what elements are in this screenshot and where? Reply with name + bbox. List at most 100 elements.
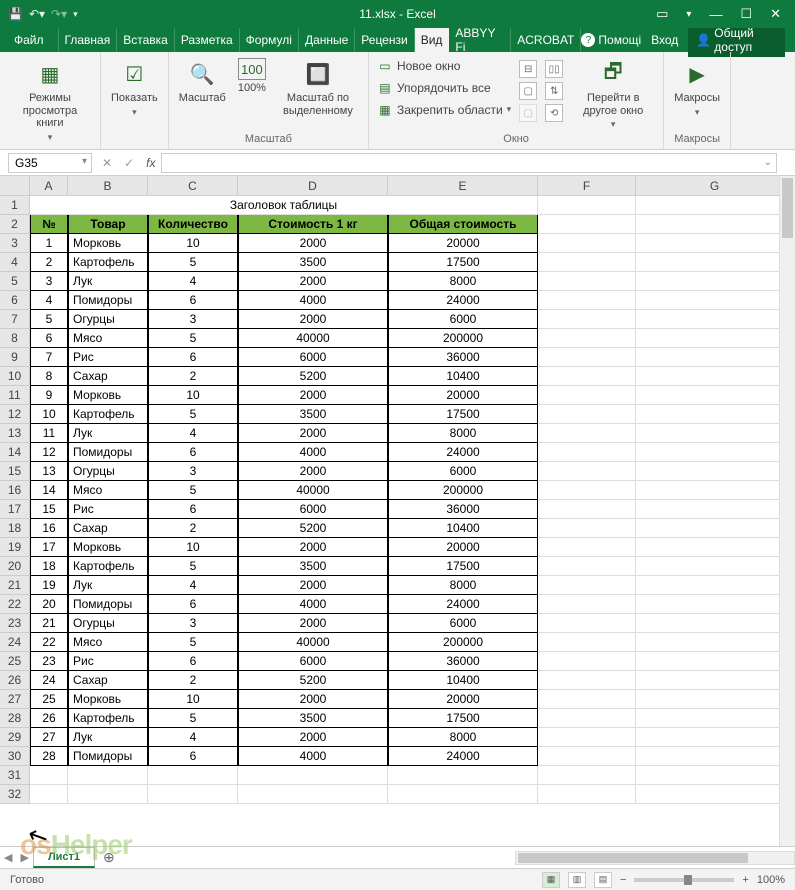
cell[interactable]: 13 — [30, 462, 68, 481]
cell[interactable]: Мясо — [68, 329, 148, 348]
cell[interactable] — [388, 785, 538, 804]
tab-acrobat[interactable]: ACROBAT — [511, 28, 581, 52]
cell[interactable]: 2 — [148, 519, 238, 538]
cell[interactable]: Мясо — [68, 481, 148, 500]
cell[interactable]: 17500 — [388, 253, 538, 272]
col-header-A[interactable]: A — [30, 176, 68, 195]
col-header-F[interactable]: F — [538, 176, 636, 195]
row-header[interactable]: 8 — [0, 329, 30, 348]
cell[interactable]: Рис — [68, 500, 148, 519]
cell[interactable]: 3500 — [238, 557, 388, 576]
freeze-panes-button[interactable]: ▦Закрепить области ▾ — [377, 100, 511, 119]
name-box[interactable]: G35 — [8, 153, 92, 173]
cell[interactable]: 4 — [30, 291, 68, 310]
cell[interactable]: 5 — [148, 329, 238, 348]
cell[interactable]: 12 — [30, 443, 68, 462]
cell[interactable] — [636, 253, 794, 272]
cell[interactable] — [538, 633, 636, 652]
row-header[interactable]: 15 — [0, 462, 30, 481]
cell[interactable] — [538, 196, 636, 215]
cell[interactable] — [636, 348, 794, 367]
cell[interactable]: 2000 — [238, 424, 388, 443]
cell[interactable] — [636, 215, 794, 234]
cell[interactable] — [238, 785, 388, 804]
cell[interactable]: Морковь — [68, 538, 148, 557]
cell[interactable]: Картофель — [68, 557, 148, 576]
cell[interactable] — [636, 481, 794, 500]
cell[interactable] — [538, 728, 636, 747]
cell[interactable] — [538, 519, 636, 538]
cell[interactable]: 36000 — [388, 652, 538, 671]
cell[interactable]: 6 — [148, 443, 238, 462]
cell[interactable]: 5 — [148, 405, 238, 424]
cell[interactable] — [636, 310, 794, 329]
cell[interactable]: 4 — [148, 728, 238, 747]
cell[interactable]: 17500 — [388, 557, 538, 576]
cell[interactable]: Морковь — [68, 386, 148, 405]
cell[interactable]: 16 — [30, 519, 68, 538]
sheet-nav-next-icon[interactable]: ▶ — [16, 851, 32, 864]
cell[interactable]: 6 — [148, 348, 238, 367]
cell[interactable]: 2000 — [238, 614, 388, 633]
row-header[interactable]: 18 — [0, 519, 30, 538]
cell[interactable] — [538, 386, 636, 405]
zoom-100-button[interactable]: 100100% — [236, 56, 268, 97]
tab-file[interactable]: Файл — [0, 28, 59, 52]
cell[interactable]: 15 — [30, 500, 68, 519]
cell[interactable]: 20000 — [388, 386, 538, 405]
cell[interactable]: 3500 — [238, 253, 388, 272]
row-header[interactable]: 28 — [0, 709, 30, 728]
cell[interactable]: 8000 — [388, 424, 538, 443]
cell[interactable]: 1 — [30, 234, 68, 253]
cell[interactable] — [538, 690, 636, 709]
cell[interactable]: 2000 — [238, 310, 388, 329]
switch-windows-button[interactable]: 🗗Перейти в другое окно▾ — [571, 56, 655, 132]
cell[interactable]: 2000 — [238, 576, 388, 595]
cell[interactable]: 200000 — [388, 633, 538, 652]
cell[interactable] — [538, 576, 636, 595]
cell[interactable] — [636, 633, 794, 652]
cell[interactable]: 36000 — [388, 348, 538, 367]
row-header[interactable]: 11 — [0, 386, 30, 405]
row-header[interactable]: 23 — [0, 614, 30, 633]
page-break-view-icon[interactable]: ▤ — [594, 872, 612, 888]
row-header[interactable]: 19 — [0, 538, 30, 557]
cell[interactable]: Мясо — [68, 633, 148, 652]
cell[interactable]: 8000 — [388, 728, 538, 747]
cell[interactable] — [538, 595, 636, 614]
cell[interactable]: 200000 — [388, 329, 538, 348]
cell[interactable]: 2000 — [238, 462, 388, 481]
cell[interactable]: 4 — [148, 576, 238, 595]
maximize-icon[interactable]: ☐ — [740, 6, 752, 22]
minimize-icon[interactable]: — — [709, 7, 722, 22]
cell[interactable] — [636, 519, 794, 538]
cell[interactable]: Картофель — [68, 709, 148, 728]
cell[interactable] — [636, 196, 794, 215]
cell[interactable]: 2000 — [238, 234, 388, 253]
cell[interactable] — [636, 386, 794, 405]
cell[interactable]: 8 — [30, 367, 68, 386]
cell[interactable]: 7 — [30, 348, 68, 367]
cell[interactable]: 26 — [30, 709, 68, 728]
reset-pos-button[interactable]: ⟲ — [545, 104, 563, 122]
undo-icon[interactable]: ↶▾ — [29, 7, 45, 21]
cell[interactable]: Сахар — [68, 367, 148, 386]
row-header[interactable]: 24 — [0, 633, 30, 652]
row-header[interactable]: 29 — [0, 728, 30, 747]
signin-button[interactable]: Вход — [651, 33, 678, 47]
cell[interactable]: 2000 — [238, 728, 388, 747]
cell[interactable]: Огурцы — [68, 614, 148, 633]
cell[interactable] — [538, 671, 636, 690]
cell[interactable] — [538, 443, 636, 462]
cell[interactable] — [636, 500, 794, 519]
view-side-button[interactable]: ▯▯ — [545, 60, 563, 78]
cell[interactable] — [148, 766, 238, 785]
cell[interactable]: 6 — [148, 291, 238, 310]
row-header[interactable]: 4 — [0, 253, 30, 272]
row-header[interactable]: 1 — [0, 196, 30, 215]
cell[interactable]: 25 — [30, 690, 68, 709]
cell[interactable]: 200000 — [388, 481, 538, 500]
row-header[interactable]: 21 — [0, 576, 30, 595]
cell[interactable]: 6000 — [388, 310, 538, 329]
row-header[interactable]: 7 — [0, 310, 30, 329]
